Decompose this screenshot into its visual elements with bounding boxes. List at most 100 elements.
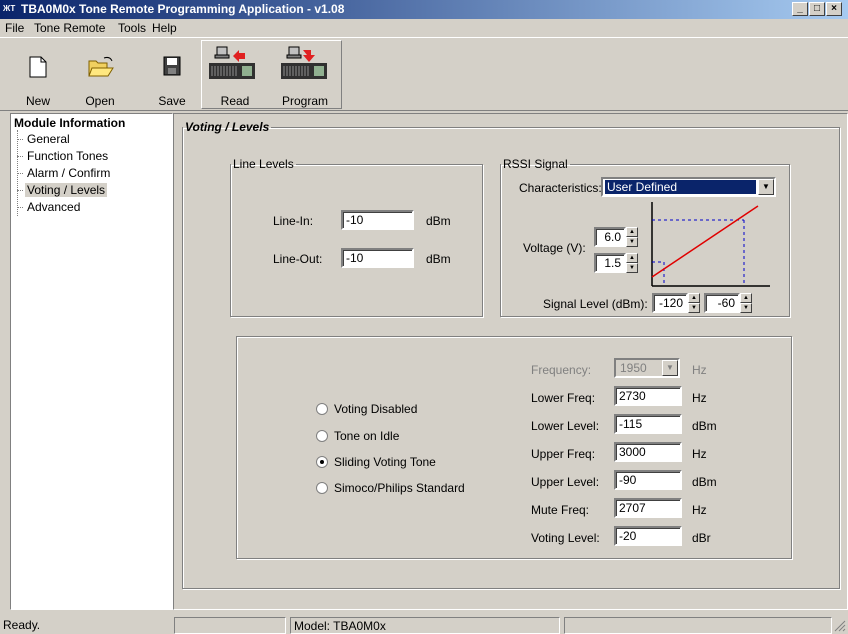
mute-freq-input[interactable]: 2707	[614, 498, 682, 518]
save-disk-icon	[163, 56, 181, 76]
radio-label: Tone on Idle	[334, 429, 400, 443]
voltage-high-spinner[interactable]: ▲ ▼	[626, 227, 638, 247]
spin-up-icon[interactable]: ▲	[688, 293, 700, 303]
read-label: Read	[220, 94, 250, 108]
voltage-label: Voltage (V):	[523, 241, 586, 255]
radio-circle-icon	[316, 402, 328, 415]
new-button[interactable]: New	[18, 46, 58, 112]
tree-item-function-tones[interactable]: Function Tones	[16, 149, 110, 163]
signal-level-label: Signal Level (dBm):	[543, 297, 648, 311]
save-button[interactable]: Save	[150, 46, 194, 112]
voting-level-label: Voting Level:	[531, 531, 600, 545]
tree-item-general[interactable]: General	[17, 132, 72, 146]
save-label: Save	[158, 94, 186, 108]
new-document-icon	[29, 56, 47, 78]
title-bar: ЖТ TBA0M0x Tone Remote Programming Appli…	[0, 0, 848, 19]
open-folder-icon	[88, 56, 114, 77]
characteristics-value: User Defined	[605, 180, 756, 194]
tree-root[interactable]: Module Information	[14, 116, 125, 130]
spin-down-icon[interactable]: ▼	[626, 263, 638, 273]
radio-tone-on-idle[interactable]: Tone on Idle	[316, 429, 399, 443]
chevron-down-icon[interactable]: ▼	[758, 179, 774, 195]
rssi-signal-legend: RSSI Signal	[503, 157, 568, 171]
upper-freq-input[interactable]: 3000	[614, 442, 682, 462]
radio-sliding-voting-tone[interactable]: Sliding Voting Tone	[316, 455, 436, 469]
line-in-label: Line-In:	[273, 214, 314, 228]
upper-level-label: Upper Level:	[531, 475, 600, 489]
signal-low-input[interactable]: -120	[652, 293, 688, 313]
radio-selected-icon	[316, 455, 328, 468]
spin-down-icon[interactable]: ▼	[688, 303, 700, 313]
radio-voting-disabled[interactable]: Voting Disabled	[316, 402, 417, 416]
toolbar: New Open Save Read Program	[0, 37, 848, 111]
frequency-value: 1950	[620, 361, 647, 375]
line-levels-legend: Line Levels	[233, 157, 294, 171]
line-out-unit: dBm	[426, 252, 451, 266]
voltage-high-input[interactable]: 6.0	[594, 227, 626, 247]
signal-low-spinner[interactable]: ▲ ▼	[688, 293, 700, 313]
radio-label: Sliding Voting Tone	[334, 455, 436, 469]
window-controls: _ □ ×	[791, 2, 842, 16]
signal-high-input[interactable]: -60	[704, 293, 740, 313]
spin-down-icon[interactable]: ▼	[626, 237, 638, 247]
menu-bar: File Tone Remote Tools Help	[0, 19, 848, 37]
voting-levels-title: Voting / Levels	[185, 120, 270, 134]
radio-label: Simoco/Philips Standard	[334, 481, 465, 495]
spin-up-icon[interactable]: ▲	[626, 227, 638, 237]
open-label: Open	[85, 94, 115, 108]
settings-panel: Voting / Levels Line Levels Line-In: -10…	[173, 113, 848, 610]
program-button[interactable]: Program	[273, 46, 337, 112]
lower-level-label: Lower Level:	[531, 419, 600, 433]
mute-freq-unit: Hz	[692, 503, 707, 517]
status-ready: Ready.	[3, 618, 41, 632]
spin-up-icon[interactable]: ▲	[626, 253, 638, 263]
radio-simoco-philips[interactable]: Simoco/Philips Standard	[316, 481, 465, 495]
lower-level-unit: dBm	[692, 419, 717, 433]
program-device-icon	[281, 46, 327, 79]
voltage-low-spinner[interactable]: ▲ ▼	[626, 253, 638, 273]
menu-file[interactable]: File	[5, 21, 24, 35]
radio-circle-icon	[316, 429, 328, 442]
resize-grip-icon[interactable]	[834, 620, 846, 632]
line-in-unit: dBm	[426, 214, 451, 228]
minimize-button[interactable]: _	[792, 2, 808, 16]
spin-up-icon[interactable]: ▲	[740, 293, 752, 303]
window-title: TBA0M0x Tone Remote Programming Applicat…	[21, 2, 345, 16]
line-levels-group: Line Levels	[230, 157, 483, 317]
menu-tools[interactable]: Tools	[118, 21, 146, 35]
status-model: Model: TBA0M0x	[290, 617, 560, 634]
lower-freq-unit: Hz	[692, 391, 707, 405]
tree-item-advanced[interactable]: Advanced	[16, 200, 82, 214]
upper-freq-unit: Hz	[692, 447, 707, 461]
maximize-button[interactable]: □	[809, 2, 825, 16]
spin-down-icon[interactable]: ▼	[740, 303, 752, 313]
menu-tone-remote[interactable]: Tone Remote	[34, 21, 105, 35]
app-logo-icon: ЖТ	[3, 4, 16, 13]
status-cell-empty-2	[564, 617, 832, 634]
tree-item-voting-levels[interactable]: Voting / Levels	[16, 183, 108, 197]
line-in-input[interactable]: -10	[341, 210, 414, 230]
frequency-label: Frequency:	[531, 363, 592, 377]
status-cell-empty	[174, 617, 286, 634]
voting-level-input[interactable]: -20	[614, 526, 682, 546]
signal-high-spinner[interactable]: ▲ ▼	[740, 293, 752, 313]
line-out-input[interactable]: -10	[341, 248, 414, 268]
radio-circle-icon	[316, 481, 328, 494]
read-button[interactable]: Read	[205, 46, 265, 112]
tree-item-alarm-confirm[interactable]: Alarm / Confirm	[16, 166, 112, 180]
mute-freq-label: Mute Freq:	[531, 503, 590, 517]
frequency-select: 1950 ▼	[614, 358, 680, 378]
close-button[interactable]: ×	[826, 2, 842, 16]
new-label: New	[25, 94, 50, 108]
menu-help[interactable]: Help	[152, 21, 177, 35]
upper-level-input[interactable]: -90	[614, 470, 682, 490]
line-out-label: Line-Out:	[273, 252, 323, 266]
module-tree[interactable]: Module Information General Function Tone…	[10, 113, 173, 610]
lower-freq-input[interactable]: 2730	[614, 386, 682, 406]
open-button[interactable]: Open	[78, 46, 122, 112]
voltage-low-input[interactable]: 1.5	[594, 253, 626, 273]
upper-level-unit: dBm	[692, 475, 717, 489]
lower-level-input[interactable]: -115	[614, 414, 682, 434]
characteristics-select[interactable]: User Defined ▼	[601, 177, 776, 197]
program-label: Program	[281, 94, 328, 108]
